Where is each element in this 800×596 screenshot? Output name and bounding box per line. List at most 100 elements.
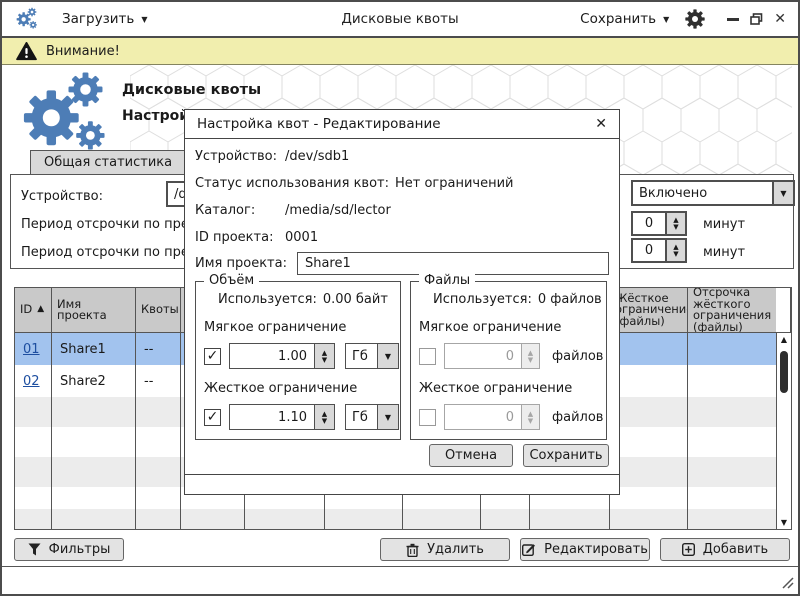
volume-soft-unit-select[interactable]: Гб ▼ xyxy=(345,343,399,369)
spin-up-icon[interactable]: ▲ xyxy=(322,350,327,356)
resize-grip[interactable] xyxy=(779,574,794,589)
app-window: Дисковые квоты Загрузить ▼ Сохранить ▼ xyxy=(0,0,800,596)
chevron-down-icon[interactable]: ▼ xyxy=(378,343,399,369)
spin-buttons[interactable]: ▲ ▼ xyxy=(315,343,335,369)
volume-hard-label: Жесткое ограничение xyxy=(204,381,392,397)
files-hard-unit: файлов xyxy=(552,410,603,425)
top-menubar: Дисковые квоты Загрузить ▼ Сохранить ▼ xyxy=(2,2,798,38)
scrollbar-thumb[interactable] xyxy=(780,351,788,393)
column-header-hard-delay-files[interactable]: Отсрочка жёсткого ограничения (файлы) xyxy=(688,288,776,332)
warning-triangle-icon xyxy=(16,42,37,61)
project-name-cell[interactable]: Share2 xyxy=(52,365,135,397)
load-menu[interactable]: Загрузить ▼ xyxy=(62,11,148,27)
soft-delay-spinner[interactable]: 0 ▲ ▼ xyxy=(631,211,687,236)
files-hard-spinner: 0 ▲ ▼ xyxy=(444,404,540,430)
quota-status-value: Нет ограничений xyxy=(395,176,514,193)
page-title: Дисковые квоты xyxy=(122,82,261,98)
app-logo-gears xyxy=(18,68,110,152)
restore-button[interactable] xyxy=(750,13,763,25)
trash-icon xyxy=(406,543,419,557)
spin-down-icon: ▼ xyxy=(528,357,533,363)
volume-soft-checkbox[interactable]: ✓ xyxy=(204,348,221,365)
files-group-legend: Файлы xyxy=(419,273,475,288)
close-button[interactable]: ✕ xyxy=(774,12,786,26)
column-header-hard-files[interactable]: Жёсткое ограничение (файлы) xyxy=(610,288,688,332)
project-id-link[interactable]: 01 xyxy=(23,342,40,357)
column-header-id[interactable]: ID ▲ xyxy=(15,288,52,332)
edit-pencil-icon xyxy=(522,543,536,556)
dialog-device-row: Устройство: /dev/sdb1 xyxy=(195,149,609,166)
device-label: Устройство: xyxy=(21,189,103,204)
table-row-cell: 02 xyxy=(15,365,51,397)
files-soft-label: Мягкое ограничение xyxy=(419,320,598,336)
files-soft-spinner: 0 ▲ ▼ xyxy=(444,343,540,369)
spin-down-icon[interactable]: ▼ xyxy=(673,224,678,230)
edit-button[interactable]: Редактировать xyxy=(520,538,650,561)
cancel-button[interactable]: Отмена xyxy=(429,444,513,467)
spin-buttons[interactable]: ▲ ▼ xyxy=(315,404,335,430)
volume-soft-spinner[interactable]: 1.00 ▲ ▼ xyxy=(229,343,335,369)
plus-icon xyxy=(682,543,695,556)
files-soft-checkbox[interactable] xyxy=(419,348,436,365)
spin-down-icon[interactable]: ▼ xyxy=(322,357,327,363)
files-hard-checkbox[interactable] xyxy=(419,409,436,426)
dialog-status-row: Статус использования квот: Нет ограничен… xyxy=(195,176,609,193)
minimize-button[interactable] xyxy=(727,18,739,21)
spin-up-icon: ▲ xyxy=(528,350,533,356)
project-quotas-cell[interactable]: -- xyxy=(136,333,180,365)
project-quotas-cell[interactable]: -- xyxy=(136,365,180,397)
chevron-down-icon[interactable]: ▼ xyxy=(772,182,793,204)
dialog-close-icon[interactable]: ✕ xyxy=(595,117,607,131)
save-menu[interactable]: Сохранить ▼ xyxy=(580,11,669,27)
sort-asc-icon: ▲ xyxy=(37,304,44,316)
save-button[interactable]: Сохранить xyxy=(523,444,609,467)
project-name-label: Имя проекта: xyxy=(195,256,287,271)
project-id-value: 0001 xyxy=(285,230,318,247)
catalog-value: /media/sd/lector xyxy=(285,203,391,220)
delete-button[interactable]: Удалить xyxy=(380,538,510,561)
status-bar xyxy=(2,566,798,594)
spin-up-icon: ▲ xyxy=(528,411,533,417)
project-id-link[interactable]: 02 xyxy=(23,374,40,389)
add-button[interactable]: Добавить xyxy=(660,538,790,561)
settings-gear-icon[interactable] xyxy=(685,9,705,29)
column-header-name[interactable]: Имя проекта xyxy=(52,288,136,332)
volume-hard-checkbox[interactable]: ✓ xyxy=(204,409,221,426)
dialog-title: Настройка квот - Редактирование xyxy=(197,116,441,132)
warning-banner: Внимание! xyxy=(2,38,798,65)
volume-soft-label: Мягкое ограничение xyxy=(204,320,392,336)
catalog-label: Каталог: xyxy=(195,203,285,220)
spin-buttons: ▲ ▼ xyxy=(522,404,540,430)
quota-status-select[interactable]: Включено ▼ xyxy=(631,180,795,206)
spin-down-icon[interactable]: ▼ xyxy=(322,418,327,424)
vertical-scrollbar[interactable]: ▲ ▼ xyxy=(776,333,791,529)
filters-button[interactable]: Фильтры xyxy=(14,538,124,561)
dialog-project-name-row: Имя проекта: Share1 xyxy=(195,252,609,275)
hard-delay-spinner[interactable]: 0 ▲ ▼ xyxy=(631,238,687,263)
chevron-down-icon[interactable]: ▼ xyxy=(378,404,399,430)
tab-general-statistics[interactable]: Общая статистика xyxy=(30,150,186,175)
dialog-footer xyxy=(185,474,619,494)
spin-down-icon[interactable]: ▼ xyxy=(673,251,678,257)
project-name-cell[interactable]: Share1 xyxy=(52,333,135,365)
spin-up-icon[interactable]: ▲ xyxy=(322,411,327,417)
volume-hard-spinner[interactable]: 1.10 ▲ ▼ xyxy=(229,404,335,430)
volume-hard-unit-select[interactable]: Гб ▼ xyxy=(345,404,399,430)
filter-funnel-icon xyxy=(28,543,41,556)
project-id-label: ID проекта: xyxy=(195,230,285,247)
hard-delay-unit: минут xyxy=(703,245,745,260)
spin-buttons[interactable]: ▲ ▼ xyxy=(667,238,687,263)
project-name-input[interactable]: Share1 xyxy=(297,252,609,275)
volume-group: Объём Используется:0.00 байт Мягкое огра… xyxy=(195,281,401,440)
scroll-up-icon[interactable]: ▲ xyxy=(777,335,791,344)
volume-group-legend: Объём xyxy=(204,273,259,288)
column-header-quotas[interactable]: Квоты xyxy=(136,288,181,332)
spin-down-icon: ▼ xyxy=(528,418,533,424)
device-label: Устройство: xyxy=(195,149,285,166)
volume-used: Используется:0.00 байт xyxy=(218,292,392,308)
header-scrollbar-spacer xyxy=(776,288,791,332)
files-hard-label: Жесткое ограничение xyxy=(419,381,598,397)
spin-buttons[interactable]: ▲ ▼ xyxy=(667,211,687,236)
files-soft-unit: файлов xyxy=(552,349,603,364)
scroll-down-icon[interactable]: ▼ xyxy=(777,518,791,527)
